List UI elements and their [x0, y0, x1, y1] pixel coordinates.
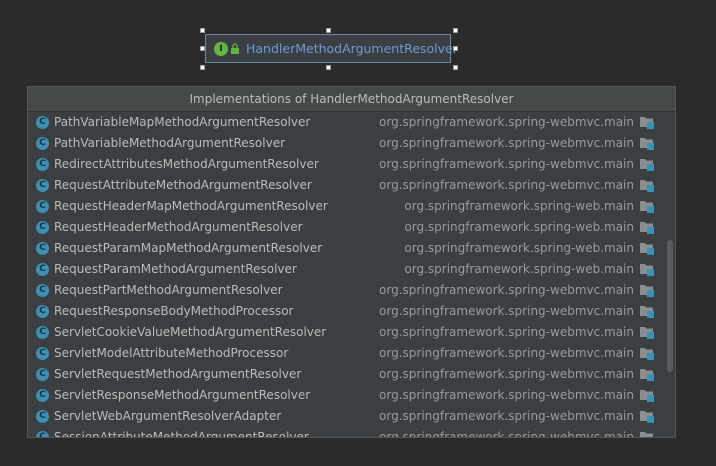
list-item[interactable]: C SessionAttributeMethodArgumentResolver o… — [28, 427, 675, 437]
module-name: org.springframework.spring-web.main — [404, 220, 634, 234]
interface-icon: I — [214, 42, 228, 56]
list-item[interactable]: C PathVariableMethodArgumentResolver org.s… — [28, 133, 675, 154]
diagram-node-handler-method-argument-resolver[interactable]: I HandlerMethodArgumentResolver — [205, 34, 458, 63]
class-name: ServletResponseMethodArgumentResolver — [54, 388, 311, 402]
popup-title: Implementations of HandlerMethodArgument… — [28, 87, 675, 112]
class-icon: C — [36, 431, 49, 437]
class-icon: C — [36, 410, 49, 423]
module-icon — [640, 117, 654, 129]
class-icon: C — [36, 242, 49, 255]
module-name: org.springframework.spring-webmvc.main — [379, 136, 634, 150]
class-icon: C — [36, 263, 49, 276]
class-icon: C — [36, 221, 49, 234]
module-name: org.springframework.spring-webmvc.main — [379, 325, 634, 339]
module-name: org.springframework.spring-web.main — [404, 241, 634, 255]
class-icon: C — [36, 200, 49, 213]
module-name: org.springframework.spring-webmvc.main — [379, 157, 634, 171]
module-name: org.springframework.spring-web.main — [404, 199, 634, 213]
class-name: RequestHeaderMapMethodArgumentResolver — [54, 199, 328, 213]
module-name: org.springframework.spring-webmvc.main — [379, 346, 634, 360]
scrollbar-thumb[interactable] — [667, 240, 673, 372]
module-icon — [640, 201, 654, 213]
class-name: ServletCookieValueMethodArgumentResolver — [54, 325, 327, 339]
module-name: org.springframework.spring-webmvc.main — [379, 388, 634, 402]
list-item[interactable]: C RequestResponseBodyMethodProcessor org.s… — [28, 301, 675, 322]
module-name: org.springframework.spring-webmvc.main — [379, 115, 634, 129]
module-name: org.springframework.spring-webmvc.main — [379, 430, 634, 437]
list-item[interactable]: C RequestAttributeMethodArgumentResolver o… — [28, 175, 675, 196]
class-name: SessionAttributeMethodArgumentResolver — [54, 430, 309, 437]
module-icon — [640, 369, 654, 381]
list-item[interactable]: C ServletCookieValueMethodArgumentResolve… — [28, 322, 675, 343]
class-name: RequestPartMethodArgumentResolver — [54, 283, 283, 297]
class-name: ServletWebArgumentResolverAdapter — [54, 409, 282, 423]
implementations-popup: Implementations of HandlerMethodArgument… — [27, 86, 676, 438]
class-name: RedirectAttributesMethodArgumentResolver — [54, 157, 319, 171]
resize-handle-middle-left[interactable] — [200, 46, 205, 51]
module-icon — [640, 327, 654, 339]
class-icon: C — [36, 137, 49, 150]
list-item[interactable]: C RequestParamMapMethodArgumentResolver or… — [28, 238, 675, 259]
resize-handle-bottom-right[interactable] — [453, 65, 458, 70]
list-item[interactable]: C ServletWebArgumentResolverAdapter org.sp… — [28, 406, 675, 427]
class-icon: C — [36, 347, 49, 360]
class-name: PathVariableMapMethodArgumentResolver — [54, 115, 311, 129]
class-icon: C — [36, 368, 49, 381]
class-name: RequestAttributeMethodArgumentResolver — [54, 178, 312, 192]
module-icon — [640, 432, 653, 437]
resize-handle-top-right[interactable] — [453, 28, 458, 33]
node-title: HandlerMethodArgumentResolver — [246, 41, 458, 56]
module-name: org.springframework.spring-webmvc.main — [379, 178, 634, 192]
list-item[interactable]: C ServletModelAttributeMethodProcessor org… — [28, 343, 675, 364]
class-name: PathVariableMethodArgumentResolver — [54, 136, 286, 150]
module-icon — [640, 306, 654, 318]
list-item[interactable]: C RequestPartMethodArgumentResolver org.sp… — [28, 280, 675, 301]
class-icon: C — [36, 158, 49, 171]
list-item[interactable]: C RequestParamMethodArgumentResolver org.s… — [28, 259, 675, 280]
class-name: ServletModelAttributeMethodProcessor — [54, 346, 289, 360]
class-icon: C — [36, 389, 49, 402]
class-icon: C — [36, 284, 49, 297]
class-icon: C — [36, 305, 49, 318]
module-icon — [640, 222, 654, 234]
list-item[interactable]: C RequestHeaderMapMethodArgumentResolver o… — [28, 196, 675, 217]
module-name: org.springframework.spring-webmvc.main — [379, 304, 634, 318]
module-name: org.springframework.spring-web.main — [404, 262, 634, 276]
module-name: org.springframework.spring-webmvc.main — [379, 367, 634, 381]
lock-icon — [231, 43, 239, 54]
resize-handle-top-center[interactable] — [326, 28, 331, 33]
module-icon — [640, 264, 654, 276]
class-icon: C — [36, 326, 49, 339]
module-icon — [640, 390, 654, 402]
resize-handle-bottom-center[interactable] — [326, 65, 331, 70]
implementations-list[interactable]: C PathVariableMapMethodArgumentResolver or… — [28, 112, 675, 437]
module-name: org.springframework.spring-webmvc.main — [379, 409, 634, 423]
module-icon — [640, 180, 654, 192]
module-icon — [640, 243, 654, 255]
resize-handle-top-left[interactable] — [200, 28, 205, 33]
resize-handle-middle-right[interactable] — [453, 46, 458, 51]
class-icon: C — [36, 179, 49, 192]
module-name: org.springframework.spring-webmvc.main — [379, 283, 634, 297]
list-item[interactable]: C ServletResponseMethodArgumentResolver or… — [28, 385, 675, 406]
module-icon — [640, 348, 654, 360]
list-item[interactable]: C ServletRequestMethodArgumentResolver org… — [28, 364, 675, 385]
list-item[interactable]: C PathVariableMapMethodArgumentResolver or… — [28, 112, 675, 133]
list-item[interactable]: C RequestHeaderMethodArgumentResolver org.… — [28, 217, 675, 238]
class-name: RequestHeaderMethodArgumentResolver — [54, 220, 303, 234]
class-name: RequestResponseBodyMethodProcessor — [54, 304, 294, 318]
class-name: RequestParamMapMethodArgumentResolver — [54, 241, 323, 255]
module-icon — [640, 138, 654, 150]
list-item[interactable]: C RedirectAttributesMethodArgumentResolve… — [28, 154, 675, 175]
class-name: ServletRequestMethodArgumentResolver — [54, 367, 302, 381]
module-icon — [640, 411, 654, 423]
class-name: RequestParamMethodArgumentResolver — [54, 262, 297, 276]
class-icon: C — [36, 116, 49, 129]
module-icon — [640, 285, 654, 297]
resize-handle-bottom-left[interactable] — [200, 65, 205, 70]
module-icon — [640, 159, 654, 171]
